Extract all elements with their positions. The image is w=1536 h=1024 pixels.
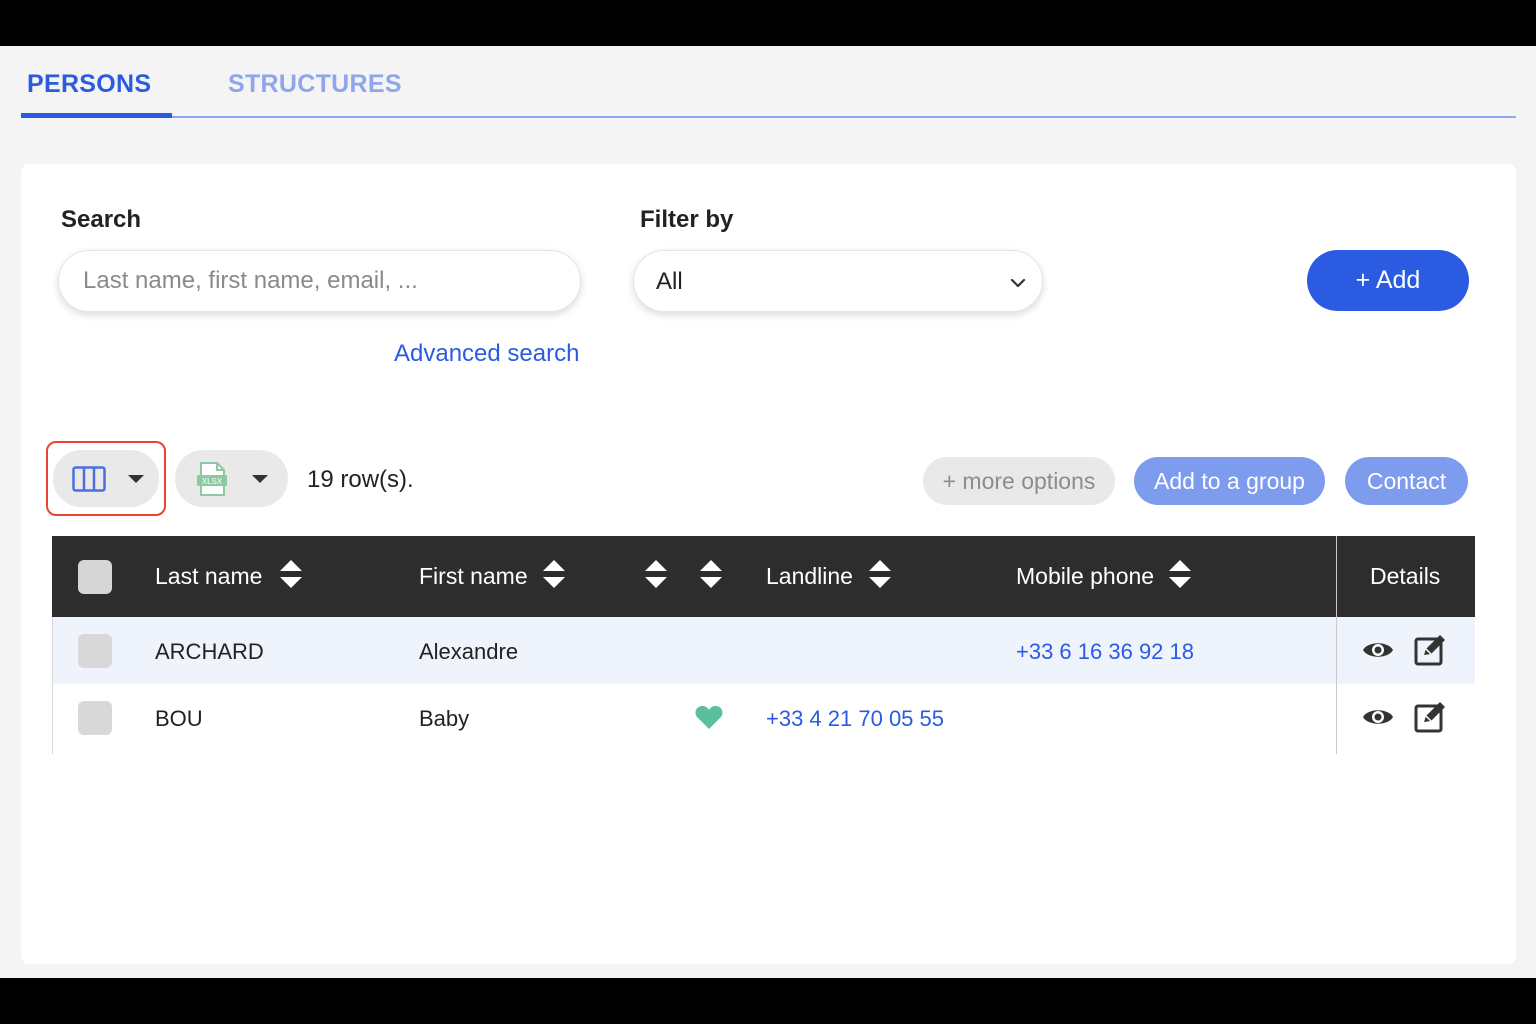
columns-icon bbox=[72, 466, 106, 492]
details-column-divider bbox=[1336, 536, 1337, 754]
table-left-border bbox=[52, 617, 53, 754]
filter-select[interactable]: All bbox=[633, 250, 1043, 312]
app-window: PERSONS STRUCTURES Search Filter by All … bbox=[0, 46, 1536, 978]
caret-down-icon bbox=[252, 475, 268, 483]
cell-first-name: Alexandre bbox=[419, 639, 519, 664]
add-button[interactable]: + Add bbox=[1307, 250, 1469, 311]
heart-icon bbox=[695, 705, 723, 729]
header-last-name[interactable]: Last name bbox=[155, 563, 262, 590]
table-header: Last name First name Landline Mobile pho… bbox=[52, 536, 1475, 617]
table-row: BOU Baby +33 4 21 70 05 55 bbox=[52, 684, 1475, 751]
tab-persons[interactable]: PERSONS bbox=[27, 70, 151, 99]
row-checkbox[interactable] bbox=[78, 634, 112, 668]
tab-structures[interactable]: STRUCTURES bbox=[228, 70, 402, 99]
edit-icon[interactable] bbox=[1414, 634, 1446, 666]
svg-text:XLSX: XLSX bbox=[202, 477, 223, 486]
filter-label: Filter by bbox=[640, 206, 734, 233]
add-to-group-button[interactable]: Add to a group bbox=[1134, 457, 1325, 505]
select-all-checkbox[interactable] bbox=[78, 560, 112, 594]
bottom-black-bar bbox=[0, 978, 1536, 1024]
cell-last-name: BOU bbox=[155, 706, 203, 731]
active-tab-indicator bbox=[21, 113, 172, 118]
header-mobile-phone[interactable]: Mobile phone bbox=[1016, 563, 1154, 590]
columns-button[interactable] bbox=[53, 450, 159, 507]
edit-icon[interactable] bbox=[1414, 701, 1446, 733]
more-options-button[interactable]: + more options bbox=[923, 457, 1115, 505]
persons-panel: Search Filter by All + Add Advanced sear… bbox=[21, 164, 1516, 964]
sort-icon[interactable] bbox=[279, 558, 303, 590]
xlsx-file-icon: XLSX bbox=[197, 462, 227, 496]
tab-bar: PERSONS STRUCTURES bbox=[21, 46, 1516, 118]
sort-icon[interactable] bbox=[1168, 558, 1192, 590]
persons-table: Last name First name Landline Mobile pho… bbox=[52, 536, 1475, 754]
chevron-down-icon bbox=[1010, 278, 1026, 288]
cell-landline[interactable]: +33 4 21 70 05 55 bbox=[766, 706, 944, 732]
cell-mobile-phone[interactable]: +33 6 16 36 92 18 bbox=[1016, 639, 1194, 665]
search-label: Search bbox=[61, 206, 142, 233]
sort-icon[interactable] bbox=[644, 558, 668, 590]
advanced-search-link[interactable]: Advanced search bbox=[394, 340, 579, 368]
search-input[interactable] bbox=[58, 250, 581, 312]
header-first-name[interactable]: First name bbox=[419, 563, 528, 590]
header-details: Details bbox=[1370, 563, 1441, 589]
export-xlsx-button[interactable]: XLSX bbox=[175, 450, 288, 507]
row-count: 19 row(s). bbox=[307, 466, 414, 493]
eye-icon[interactable] bbox=[1362, 638, 1394, 662]
row-checkbox[interactable] bbox=[78, 701, 112, 735]
table-row: ARCHARD Alexandre +33 6 16 36 92 18 bbox=[52, 617, 1475, 684]
contact-button[interactable]: Contact bbox=[1345, 457, 1468, 505]
cell-last-name: ARCHARD bbox=[155, 639, 264, 664]
filter-selected-value: All bbox=[656, 268, 683, 295]
cell-first-name: Baby bbox=[419, 706, 470, 731]
caret-down-icon bbox=[128, 475, 144, 483]
sort-icon[interactable] bbox=[868, 558, 892, 590]
header-landline[interactable]: Landline bbox=[766, 563, 853, 590]
eye-icon[interactable] bbox=[1362, 705, 1394, 729]
sort-icon[interactable] bbox=[699, 558, 723, 590]
sort-icon[interactable] bbox=[542, 558, 566, 590]
